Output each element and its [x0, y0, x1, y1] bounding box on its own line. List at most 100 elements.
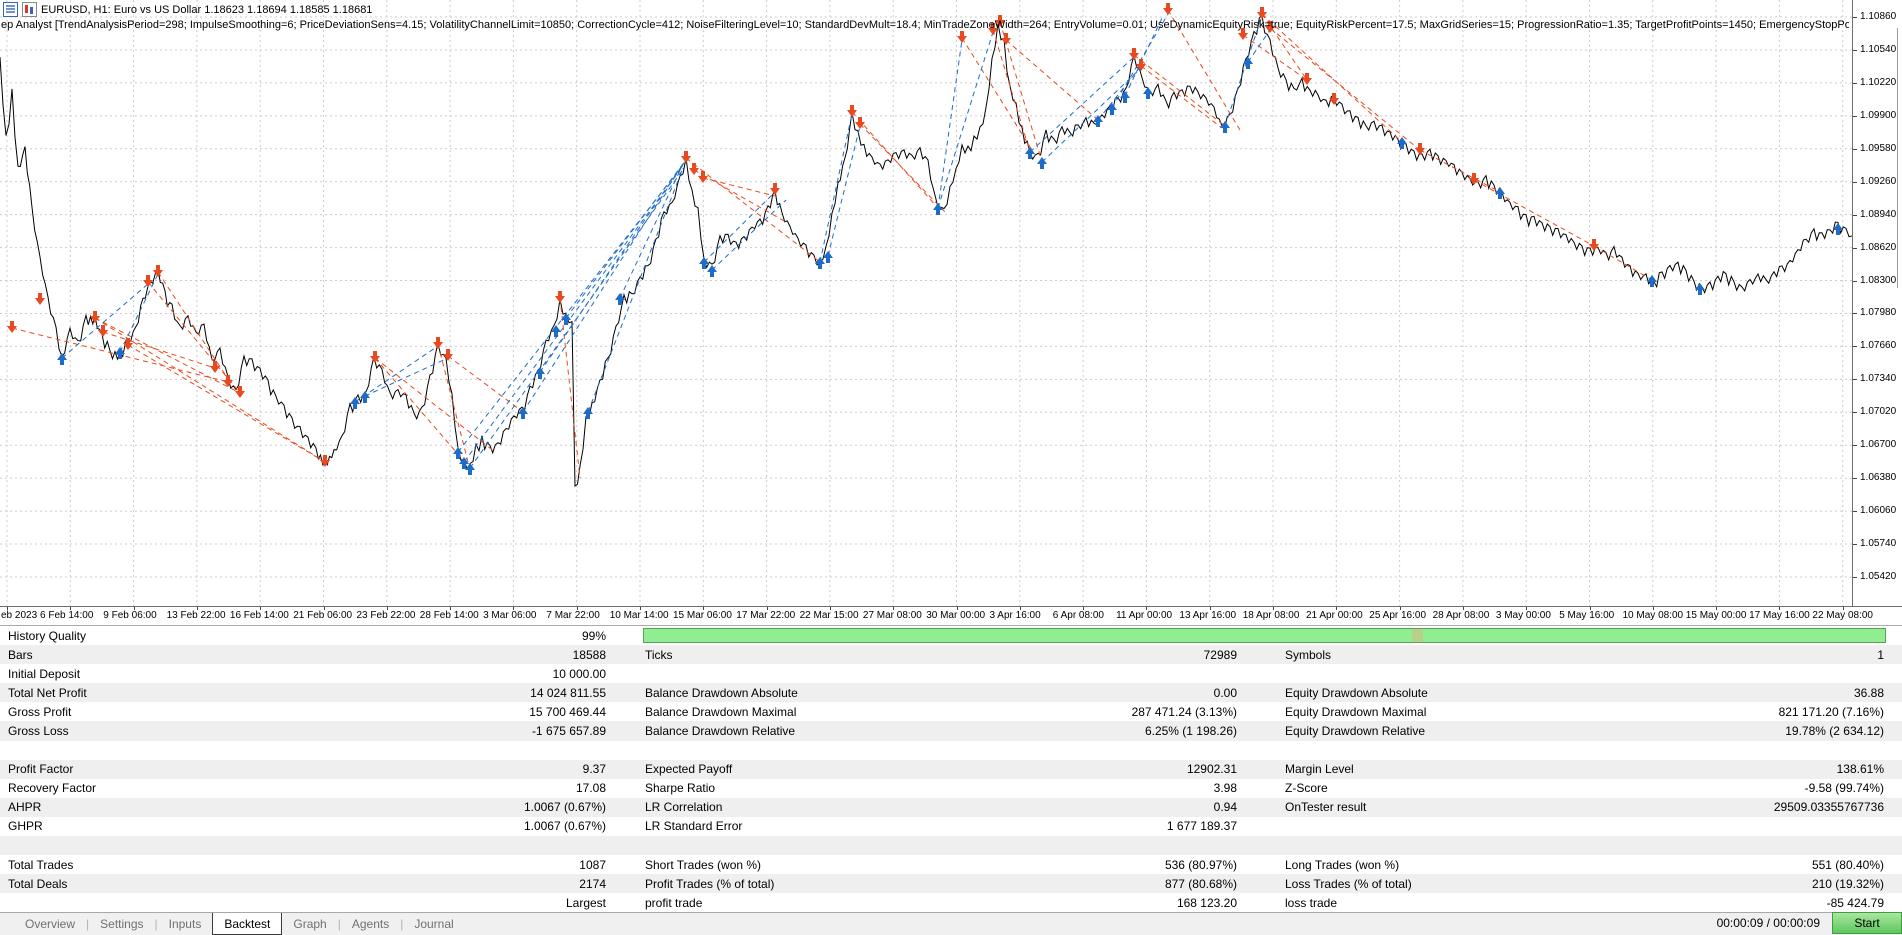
stat-value: 36.88	[1853, 685, 1884, 700]
price-scale-label: 1.06060	[1860, 505, 1897, 517]
price-tick	[1853, 280, 1857, 282]
stat-value: 99%	[581, 628, 606, 643]
chart-symbol-icon[interactable]	[22, 2, 37, 17]
stats-row: Gross Loss -1 675 657.89 Balance Drawdown …	[0, 721, 1902, 741]
price-scale-label: 1.07020	[1860, 406, 1897, 418]
price-tick	[1853, 379, 1857, 381]
time-scale-label: 15 Mar 06:00	[673, 610, 732, 621]
stat-label: Equity Drawdown Maximal	[1285, 704, 1427, 719]
price-scale-label: 1.08300	[1860, 274, 1897, 286]
stat-label: Gross Profit	[8, 704, 72, 719]
stat-value: Largest	[565, 895, 606, 910]
stat-value: 18588	[572, 647, 606, 662]
time-scale-label: 18 Apr 08:00	[1242, 610, 1300, 621]
time-scale-label: 15 May 00:00	[1685, 610, 1747, 621]
time-scale-label: 30 Mar 00:00	[926, 610, 986, 621]
stat-label: Equity Drawdown Relative	[1285, 724, 1426, 739]
stat-value: 17.08	[575, 781, 606, 796]
price-tick	[1853, 115, 1857, 117]
stat-label: Long Trades (won %)	[1285, 857, 1400, 872]
time-scale-label: 25 Apr 16:00	[1369, 610, 1427, 621]
time-scale[interactable]: eb 2023 6 Feb 14:00 9 Feb 06:00 13 Feb 22:0…	[0, 606, 1902, 626]
stats-row: AHPR 1.0067 (0.67%) LR Correlation 0.94 OnTe…	[0, 797, 1902, 817]
stats-row: Profit Factor 9.37 Expected Payoff 12902.31…	[0, 759, 1902, 779]
stat-label: Profit Trades (% of total)	[645, 876, 775, 891]
stat-label: Initial Deposit	[8, 666, 81, 681]
stat-value: 6.25% (1 198.26)	[1144, 724, 1237, 739]
stat-value: 138.61%	[1836, 762, 1884, 777]
sell-trade-lines	[11, 9, 1653, 479]
stat-label: Margin Level	[1285, 762, 1354, 777]
stat-label: GHPR	[8, 819, 43, 834]
stat-value: 877 (80.68%)	[1164, 876, 1237, 891]
stat-label: Total Net Profit	[8, 685, 87, 700]
price-scale-label: 1.09260	[1860, 175, 1897, 187]
time-scale-label: 23 Feb 22:00	[356, 610, 416, 621]
tab-inputs[interactable]: Inputs	[158, 913, 213, 935]
stat-value: 0.94	[1213, 800, 1237, 815]
price-tick	[1853, 511, 1857, 513]
stats-row	[0, 836, 1902, 856]
stats-row: History Quality 99%	[0, 626, 1902, 645]
tab-backtest[interactable]: Backtest	[212, 913, 283, 935]
stats-row: Bars 18588 Ticks 72989 Symbols 1	[0, 645, 1902, 665]
price-tick	[1853, 445, 1857, 447]
stat-label: Balance Drawdown Absolute	[645, 685, 798, 700]
price-tick	[1853, 148, 1857, 150]
tester-status-right: 00:00:09 / 00:00:09 Start	[1717, 912, 1902, 934]
stat-value: 14 024 811.55	[530, 685, 606, 700]
backtest-results-table: History Quality 99% Bars 18588 Ticks 72989 Sym…	[0, 625, 1902, 913]
tab-settings[interactable]: Settings	[89, 913, 154, 935]
price-tick	[1853, 181, 1857, 183]
time-scale-label: 3 May 00:00	[1495, 610, 1551, 621]
tab-graph[interactable]: Graph	[282, 913, 337, 935]
stat-label: Loss Trades (% of total)	[1285, 876, 1412, 891]
tab-agents[interactable]: Agents	[341, 913, 400, 935]
stats-row: Largest profit trade 168 123.20 loss trade -…	[0, 893, 1902, 912]
stat-label: OnTester result	[1285, 800, 1367, 815]
stat-value: 10 000.00	[552, 666, 606, 681]
price-tick	[1853, 346, 1857, 348]
price-scale-label: 1.05420	[1860, 570, 1897, 582]
time-scale-label: 10 Mar 14:00	[609, 610, 669, 621]
price-chart[interactable]: EURUSD, H1: Euro vs US Dollar 1.18623 1.…	[0, 0, 1902, 626]
price-tick	[1853, 49, 1857, 51]
stat-value: 9.37	[582, 762, 606, 777]
price-chart-canvas[interactable]	[0, 0, 1852, 606]
stats-scrollbar[interactable]	[1897, 28, 1898, 288]
stat-value: -1 675 657.89	[531, 724, 606, 739]
depth-of-market-icon[interactable]	[3, 2, 18, 17]
stat-value: 210 (19.32%)	[1811, 876, 1884, 891]
time-scale-label: 5 May 16:00	[1559, 610, 1615, 621]
stat-value: -9.58 (99.74%)	[1804, 781, 1884, 796]
chart-grid	[0, 0, 1852, 606]
price-scale-label: 1.06700	[1860, 439, 1897, 451]
time-scale-label: 3 Mar 06:00	[483, 610, 537, 621]
stat-value: 821 171.20 (7.16%)	[1778, 704, 1884, 719]
progress-quality-notch	[1412, 629, 1423, 642]
history-quality-progress-bar	[643, 628, 1886, 643]
stat-label: LR Correlation	[645, 800, 723, 815]
expert-parameters-line: ep Analyst [TrendAnalysisPeriod=298; Imp…	[1, 19, 1849, 31]
price-scale-label: 1.10540	[1860, 43, 1897, 55]
price-scale-label: 1.05740	[1860, 538, 1897, 550]
stat-label: Expected Payoff	[645, 762, 733, 777]
time-scale-label: eb 2023	[1, 610, 38, 621]
time-scale-label: 9 Feb 06:00	[103, 610, 157, 621]
time-scale-label: 16 Feb 14:00	[229, 610, 289, 621]
stat-value: 12902.31	[1186, 762, 1237, 777]
stat-value: 15 700 469.44	[529, 704, 606, 719]
price-scale[interactable]: 1.10860 1.10540 1.10220 1.09900 1.09580 1.092…	[1852, 0, 1902, 606]
stat-label: profit trade	[645, 895, 703, 910]
time-scale-label: 17 May 16:00	[1749, 610, 1810, 621]
stat-label: Total Deals	[8, 876, 68, 891]
start-button[interactable]: Start	[1832, 912, 1902, 934]
tab-overview[interactable]: Overview	[14, 913, 86, 935]
stat-value: 72989	[1203, 647, 1237, 662]
time-scale-label: 11 Apr 00:00	[1116, 610, 1173, 621]
tab-journal[interactable]: Journal	[403, 913, 464, 935]
price-tick	[1853, 313, 1857, 315]
elapsed-time: 00:00:09 / 00:00:09	[1716, 916, 1820, 930]
price-tick	[1853, 247, 1857, 249]
stats-row: Total Deals 2174 Profit Trades (% of total…	[0, 874, 1902, 894]
